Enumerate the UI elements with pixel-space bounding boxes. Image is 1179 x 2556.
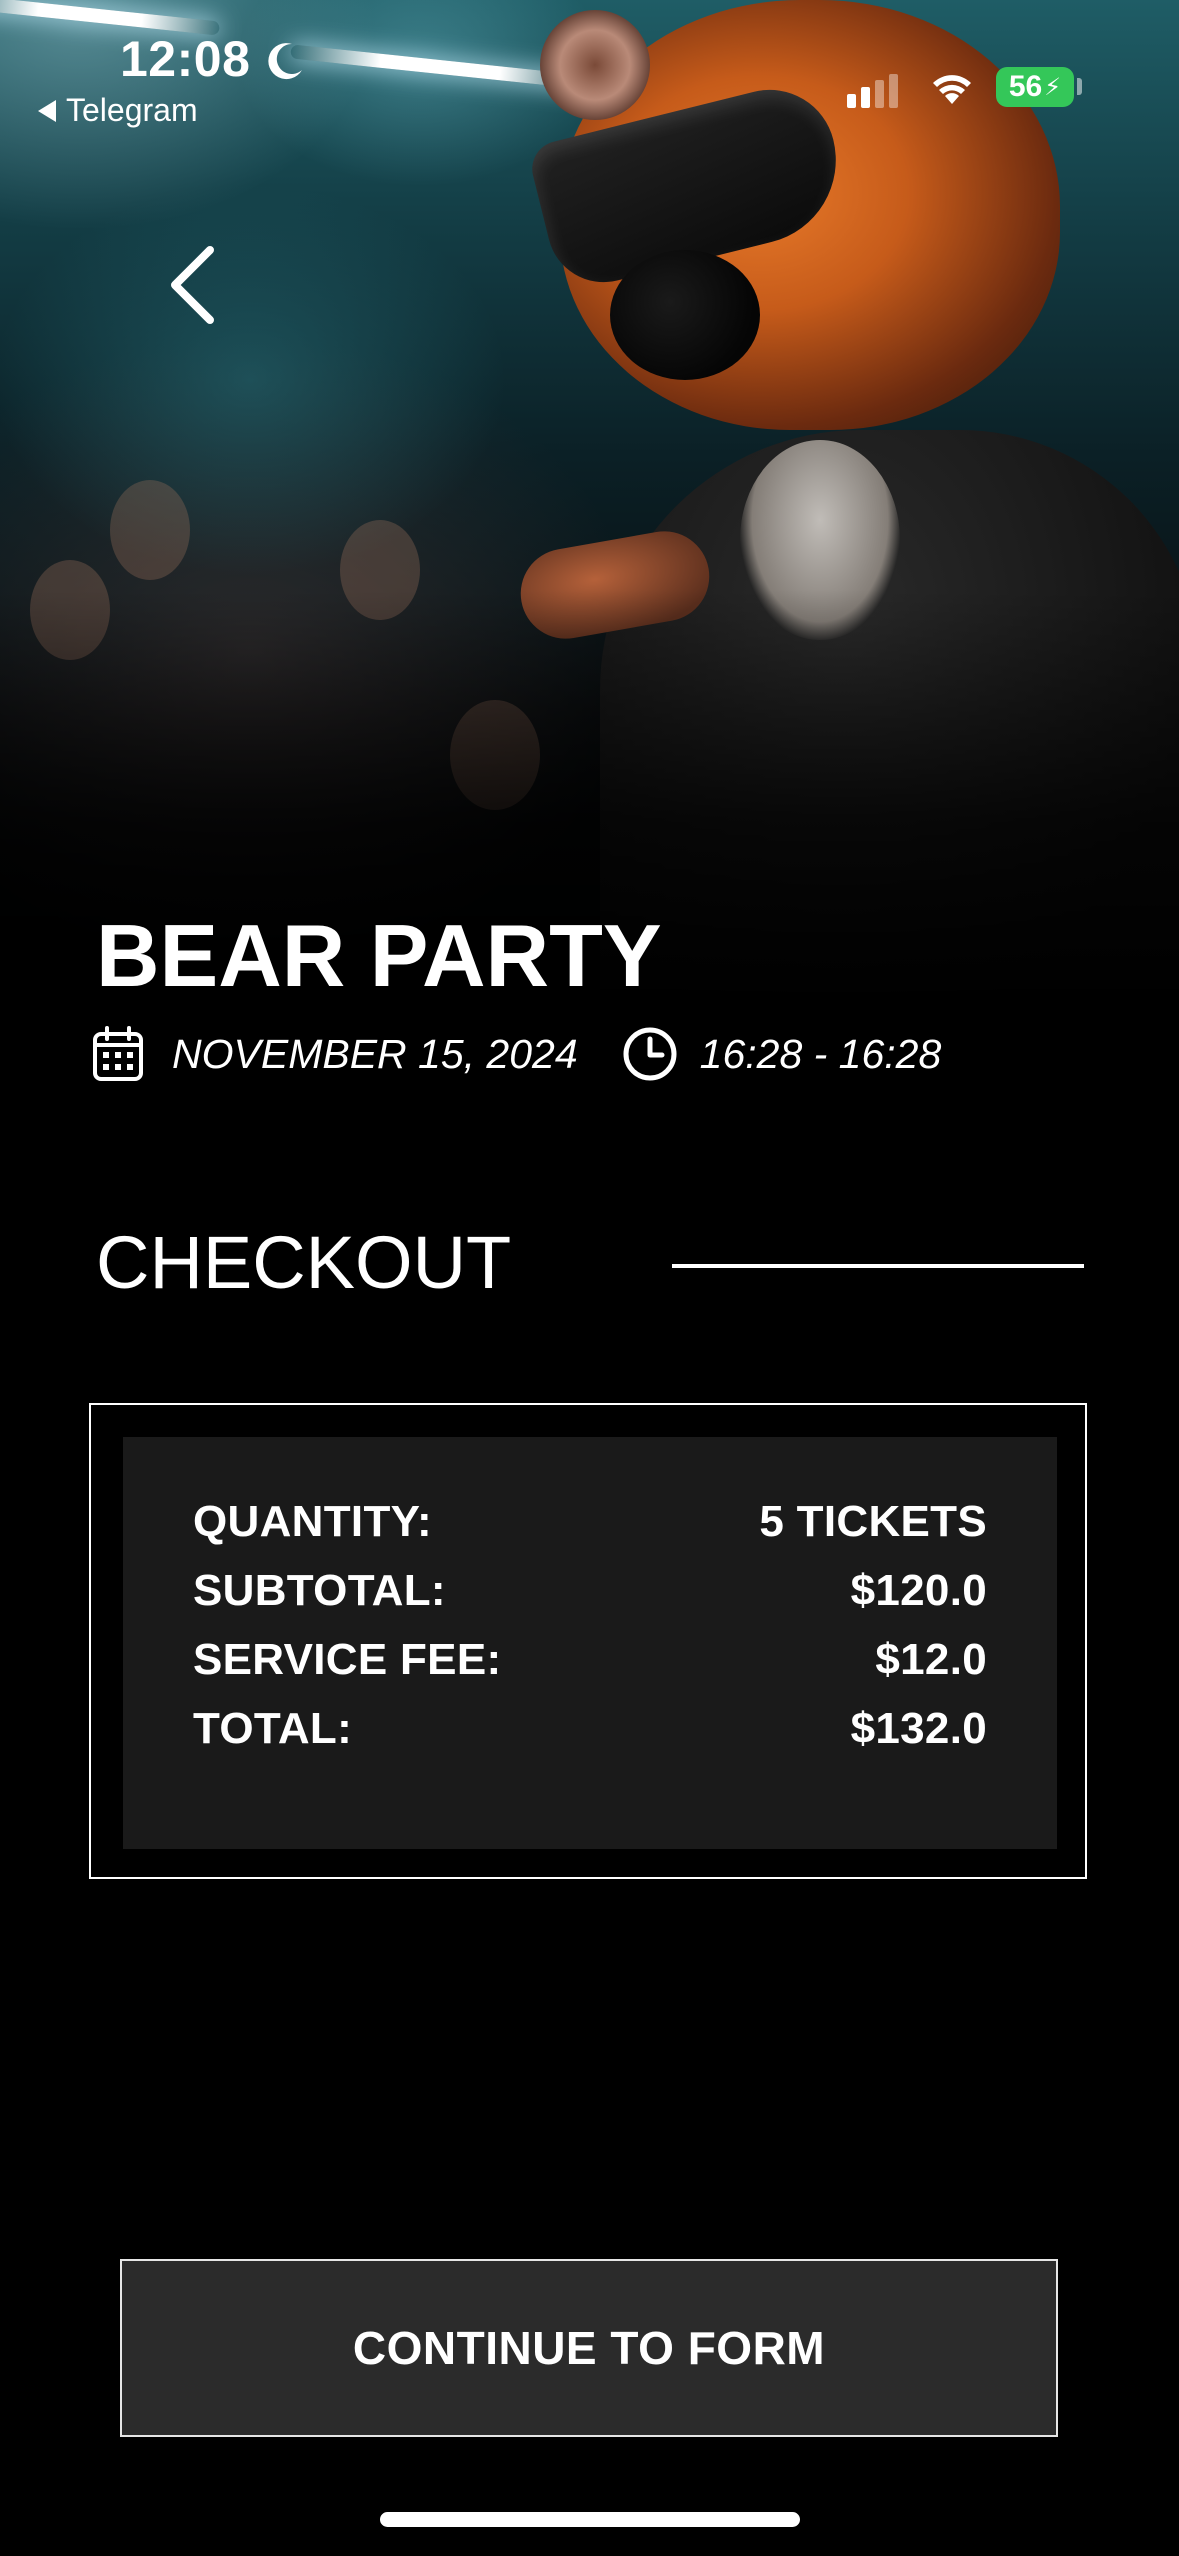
back-to-telegram-link[interactable]: Telegram bbox=[38, 92, 198, 129]
summary-value: $12.0 bbox=[875, 1634, 987, 1684]
event-title: BEAR PARTY bbox=[96, 906, 662, 1005]
status-time: 12:08 bbox=[120, 31, 251, 87]
home-indicator[interactable] bbox=[380, 2512, 800, 2527]
summary-row-total: TOTAL: $132.0 bbox=[193, 1694, 987, 1763]
back-chevron-icon[interactable] bbox=[160, 240, 230, 330]
battery-level: 56 bbox=[1008, 70, 1043, 103]
bear-mascot-ear bbox=[540, 10, 650, 120]
checkout-title: CHECKOUT bbox=[96, 1221, 512, 1304]
event-hero-image bbox=[0, 0, 1179, 1010]
summary-row-service-fee: SERVICE FEE: $12.0 bbox=[193, 1625, 987, 1694]
summary-label: SERVICE FEE: bbox=[193, 1634, 502, 1684]
summary-value: $120.0 bbox=[850, 1565, 987, 1615]
order-summary: QUANTITY: 5 TICKETS SUBTOTAL: $120.0 SER… bbox=[89, 1403, 1087, 1879]
battery-cap bbox=[1077, 78, 1082, 95]
event-meta-row: NOVEMBER 15, 2024 16:28 - 16:28 bbox=[92, 1022, 941, 1086]
clock-icon bbox=[623, 1027, 677, 1081]
summary-row-subtotal: SUBTOTAL: $120.0 bbox=[193, 1556, 987, 1625]
summary-value: 5 TICKETS bbox=[759, 1496, 987, 1546]
signal-icon bbox=[847, 74, 898, 108]
summary-label: TOTAL: bbox=[193, 1703, 353, 1753]
calendar-icon bbox=[93, 1026, 143, 1081]
order-summary-panel: QUANTITY: 5 TICKETS SUBTOTAL: $120.0 SER… bbox=[123, 1437, 1057, 1849]
crowd-figure bbox=[110, 480, 190, 580]
back-app-label: Telegram bbox=[66, 92, 198, 128]
charging-bolt-icon: ⚡ bbox=[1044, 73, 1062, 101]
continue-to-form-button[interactable]: CONTINUE TO FORM bbox=[120, 2259, 1058, 2437]
back-triangle-icon bbox=[38, 99, 56, 122]
event-date: NOVEMBER 15, 2024 bbox=[172, 1030, 578, 1077]
summary-row-quantity: QUANTITY: 5 TICKETS bbox=[193, 1487, 987, 1556]
wifi-icon bbox=[933, 75, 971, 104]
summary-label: QUANTITY: bbox=[193, 1496, 432, 1546]
section-divider bbox=[672, 1264, 1084, 1268]
event-time-range: 16:28 - 16:28 bbox=[699, 1030, 942, 1077]
bear-mascot-snout bbox=[610, 250, 760, 380]
summary-label: SUBTOTAL: bbox=[193, 1565, 446, 1615]
summary-value: $132.0 bbox=[850, 1703, 987, 1753]
moon-icon bbox=[268, 43, 302, 80]
battery-indicator: 56 ⚡ bbox=[996, 67, 1074, 107]
